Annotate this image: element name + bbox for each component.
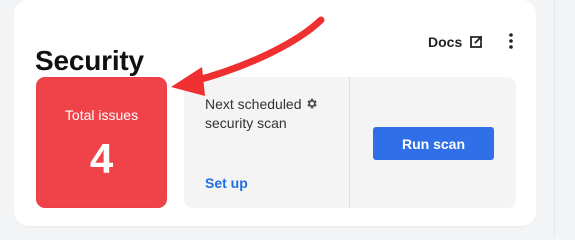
external-link-icon <box>469 35 483 49</box>
scan-panel-divider <box>349 77 350 208</box>
security-card: Security Docs Total issues 4 Next schedu… <box>14 0 536 226</box>
total-issues-tile: Total issues 4 <box>36 77 167 208</box>
docs-link[interactable]: Docs <box>428 33 483 51</box>
scan-title-first-line: Next scheduled <box>205 96 302 112</box>
run-scan-button[interactable]: Run scan <box>373 127 494 160</box>
more-options-button[interactable] <box>502 30 520 52</box>
total-issues-label: Total issues <box>64 107 139 123</box>
card-title: Security <box>35 44 144 76</box>
scheduled-scan-panel: Next scheduled security scan Set up Run … <box>184 77 516 208</box>
scan-title-line-1: Next scheduled <box>205 95 350 114</box>
total-issues-count: 4 <box>89 135 114 182</box>
set-up-link[interactable]: Set up <box>205 174 248 192</box>
docs-label: Docs <box>428 34 463 50</box>
gear-icon <box>305 96 318 109</box>
scheduled-scan-text: Next scheduled security scan <box>205 95 350 133</box>
kebab-menu-icon <box>509 33 513 49</box>
security-page: Security Docs Total issues 4 Next schedu… <box>0 0 575 236</box>
right-gutter <box>554 0 575 236</box>
scan-title-line-2: security scan <box>205 115 287 131</box>
